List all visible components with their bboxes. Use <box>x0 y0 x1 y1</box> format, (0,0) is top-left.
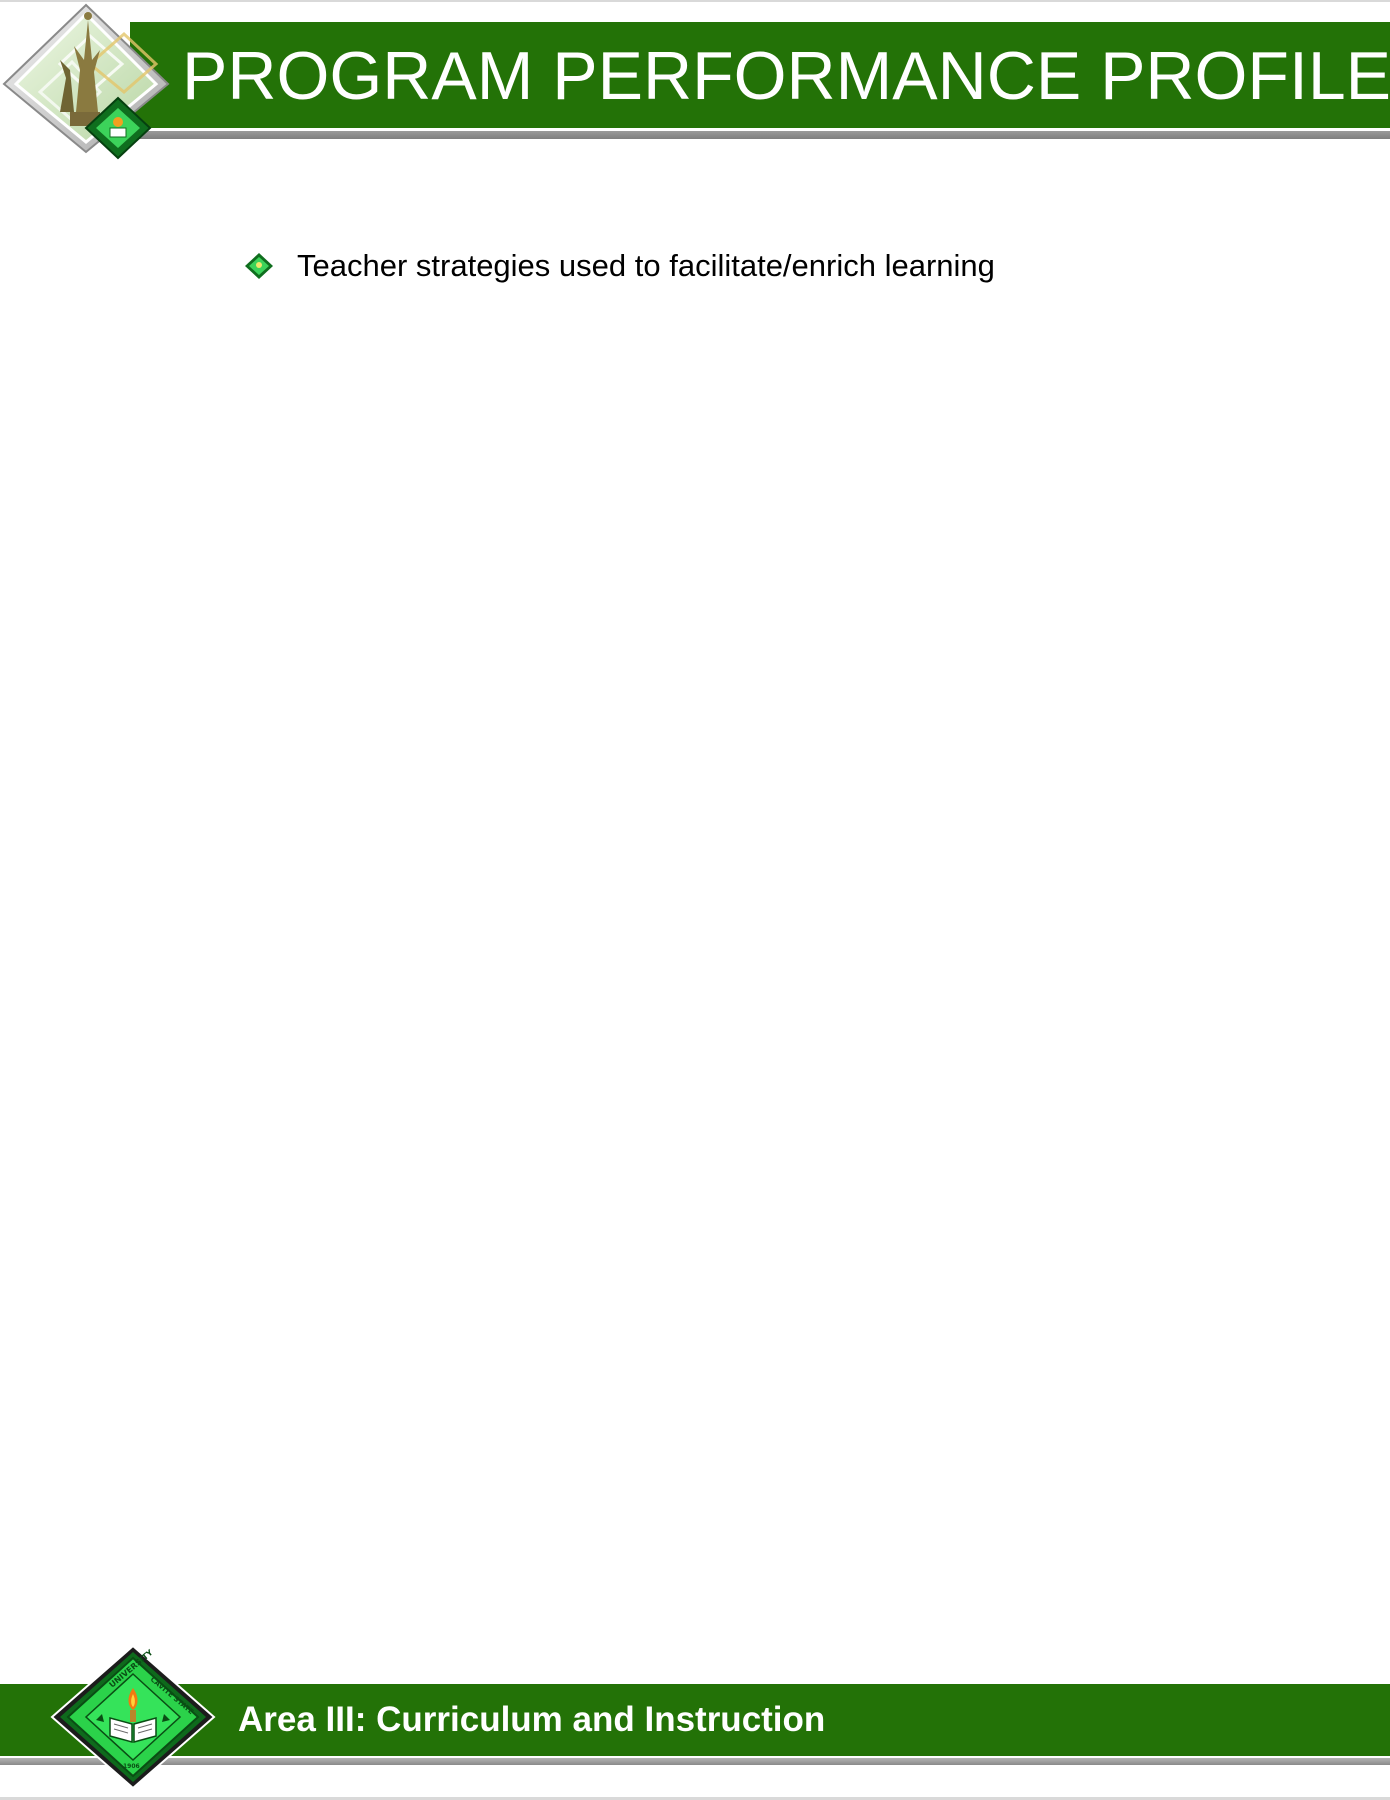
area-title: Area III: Curriculum and Instruction <box>238 1700 826 1739</box>
top-divider <box>0 0 1390 2</box>
page-title: PROGRAM PERFORMANCE PROFILE <box>182 38 1390 114</box>
content-bullet-text: Teacher strategies used to facilitate/en… <box>297 248 995 283</box>
green-diamond-bullet-icon <box>245 253 273 279</box>
header-underline <box>130 131 1390 139</box>
seal-text-bottom: 1906 <box>123 1763 140 1770</box>
university-statue-emblem-icon <box>2 3 170 160</box>
university-seal-icon: UNIVERSITY CAVITE STATE 1906 <box>50 1644 216 1790</box>
